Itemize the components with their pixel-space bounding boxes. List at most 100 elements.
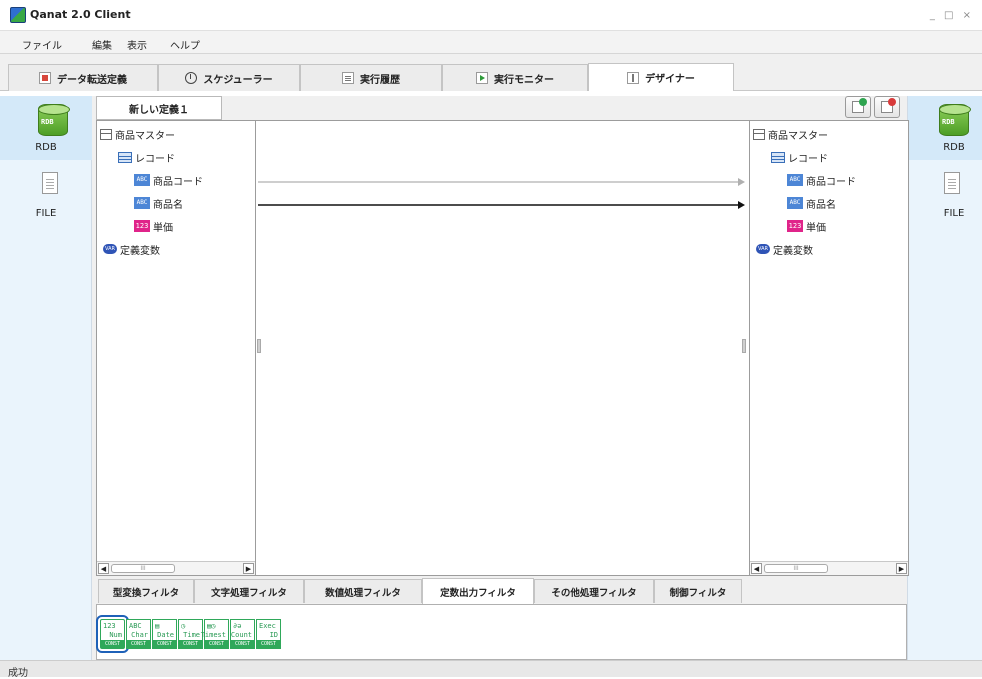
tree-label: レコード bbox=[135, 153, 175, 165]
tree-label: 定義変数 bbox=[773, 245, 813, 257]
scroll-right-arrow[interactable]: ▶ bbox=[243, 563, 254, 574]
status-bar: 成功 bbox=[0, 660, 982, 679]
scroll-left-arrow[interactable]: ◀ bbox=[751, 563, 762, 574]
target-type-panel: RDB RDB FILE bbox=[907, 96, 982, 660]
title-bar: Qanat 2.0 Client _ □ × bbox=[0, 0, 982, 30]
tab-label: スケジューラー bbox=[203, 74, 273, 86]
scroll-thumb[interactable]: III bbox=[111, 564, 175, 573]
string-type-icon: ABC bbox=[787, 174, 803, 186]
tree-field-node[interactable]: 123 単価 bbox=[134, 218, 173, 234]
horizontal-scrollbar[interactable]: ◀ III ▶ bbox=[750, 561, 908, 575]
record-icon bbox=[771, 151, 785, 163]
menu-file[interactable]: ファイル bbox=[22, 37, 62, 52]
horizontal-scrollbar[interactable]: ◀ III ▶ bbox=[97, 561, 255, 575]
string-type-icon: ABC bbox=[134, 197, 150, 209]
table-icon bbox=[753, 128, 765, 140]
source-rdb-label: RDB bbox=[35, 142, 57, 153]
tree-table-node[interactable]: 商品マスター bbox=[753, 126, 828, 142]
tree-label: 商品コード bbox=[806, 176, 856, 188]
designer-icon bbox=[627, 71, 640, 84]
menu-view[interactable]: 表示 bbox=[127, 37, 147, 52]
definition-tab[interactable]: 新しい定義１ bbox=[96, 96, 222, 120]
tab-scheduler[interactable]: スケジューラー bbox=[158, 64, 300, 91]
source-tree: 商品マスター レコード ABC 商品コード ABC 商品名 123 単価 VAR… bbox=[96, 120, 256, 576]
source-rdb-item[interactable]: RDB RDB bbox=[0, 96, 92, 160]
tree-field-node[interactable]: ABC 商品名 bbox=[134, 195, 183, 211]
tab-execution-monitor[interactable]: 実行モニター bbox=[442, 64, 588, 91]
source-file-label: FILE bbox=[35, 208, 57, 219]
clock-icon bbox=[185, 72, 198, 84]
filter-palette: 123 Num CONST ABC Char CONST ▤ Date CONST ◷ Tim… bbox=[96, 604, 907, 660]
tab-numeric-filter[interactable]: 数値処理フィルタ bbox=[304, 579, 422, 603]
tree-label: 商品名 bbox=[806, 199, 836, 211]
tree-label: 商品名 bbox=[153, 199, 183, 211]
scroll-left-arrow[interactable]: ◀ bbox=[98, 563, 109, 574]
monitor-icon bbox=[476, 72, 488, 84]
tab-other-filter[interactable]: その他処理フィルタ bbox=[534, 579, 654, 603]
tree-label: 商品コード bbox=[153, 176, 203, 188]
string-type-icon: ABC bbox=[134, 174, 150, 186]
tree-label: 単価 bbox=[153, 222, 173, 234]
tab-control-filter[interactable]: 制御フィルタ bbox=[654, 579, 742, 603]
tab-string-filter[interactable]: 文字処理フィルタ bbox=[194, 579, 304, 603]
date-const-filter[interactable]: ▤ Date CONST bbox=[152, 619, 177, 649]
tab-label: 実行モニター bbox=[494, 74, 554, 86]
mapping-lines bbox=[258, 178, 745, 209]
tab-label: デザイナー bbox=[645, 74, 695, 85]
tab-type-conversion-filter[interactable]: 型変換フィルタ bbox=[98, 579, 194, 603]
variable-icon: VAR bbox=[756, 244, 770, 254]
mapping-arrowhead bbox=[738, 201, 745, 209]
window-controls[interactable]: _ □ × bbox=[930, 10, 974, 21]
tab-designer[interactable]: デザイナー bbox=[588, 63, 734, 91]
tree-field-node[interactable]: 123 単価 bbox=[787, 218, 826, 234]
tab-execution-history[interactable]: 実行履歴 bbox=[300, 64, 442, 91]
filter-tab-strip: 型変換フィルタ 文字処理フィルタ 数値処理フィルタ 定数出力フィルタ その他処理… bbox=[96, 576, 907, 604]
mapping-canvas[interactable] bbox=[256, 120, 749, 576]
delete-icon bbox=[881, 98, 896, 113]
tree-constants-node[interactable]: VAR 定義変数 bbox=[103, 241, 160, 257]
target-tree: 商品マスター レコード ABC 商品コード ABC 商品名 123 単価 VAR… bbox=[749, 120, 909, 576]
database-icon: RDB bbox=[38, 104, 70, 136]
tree-table-node[interactable]: 商品マスター bbox=[100, 126, 175, 142]
delete-definition-button[interactable] bbox=[874, 96, 900, 118]
tab-data-transfer-definition[interactable]: データ転送定義 bbox=[8, 64, 158, 91]
time-const-filter[interactable]: ◷ Time CONST bbox=[178, 619, 203, 649]
tree-label: 定義変数 bbox=[120, 245, 160, 257]
scroll-thumb[interactable]: III bbox=[764, 564, 828, 573]
mapping-arrowhead bbox=[738, 178, 745, 186]
target-file-label: FILE bbox=[943, 208, 965, 219]
tree-record-node[interactable]: レコード bbox=[118, 149, 175, 165]
window-title: Qanat 2.0 Client bbox=[30, 8, 131, 21]
tree-label: 商品マスター bbox=[115, 130, 175, 142]
app-icon bbox=[10, 7, 26, 23]
transfer-def-icon bbox=[39, 72, 51, 84]
menu-edit[interactable]: 編集 bbox=[92, 37, 112, 52]
mapping-line-1[interactable] bbox=[258, 201, 745, 209]
scroll-right-arrow[interactable]: ▶ bbox=[896, 563, 907, 574]
add-icon bbox=[852, 98, 867, 113]
count-const-filter[interactable]: ∂ə Count CONST bbox=[230, 619, 255, 649]
target-rdb-item[interactable]: RDB RDB bbox=[908, 96, 982, 160]
add-definition-button[interactable] bbox=[845, 96, 871, 118]
tree-label: レコード bbox=[788, 153, 828, 165]
tab-label: データ転送定義 bbox=[57, 74, 127, 86]
database-icon: RDB bbox=[939, 104, 971, 136]
file-icon[interactable] bbox=[42, 172, 58, 194]
num-const-filter[interactable]: 123 Num CONST bbox=[96, 615, 129, 653]
tree-field-node[interactable]: ABC 商品コード bbox=[134, 172, 203, 188]
tree-constants-node[interactable]: VAR 定義変数 bbox=[756, 241, 813, 257]
tab-constant-output-filter[interactable]: 定数出力フィルタ bbox=[422, 578, 534, 604]
main-tab-strip: データ転送定義 スケジューラー 実行履歴 実行モニター デザイナー bbox=[0, 54, 982, 91]
table-icon bbox=[100, 128, 112, 140]
tree-field-node[interactable]: ABC 商品名 bbox=[787, 195, 836, 211]
menu-help[interactable]: ヘルプ bbox=[170, 37, 200, 52]
tree-field-node[interactable]: ABC 商品コード bbox=[787, 172, 856, 188]
timestamp-const-filter[interactable]: ▤◷ Timest CONST bbox=[201, 619, 229, 649]
char-const-filter[interactable]: ABC Char CONST bbox=[126, 619, 151, 649]
tab-label: 実行履歴 bbox=[360, 74, 400, 86]
mapping-line-0[interactable] bbox=[258, 178, 745, 186]
file-icon[interactable] bbox=[944, 172, 960, 194]
target-rdb-label: RDB bbox=[943, 142, 965, 153]
tree-record-node[interactable]: レコード bbox=[771, 149, 828, 165]
exec-id-const-filter[interactable]: Exec ID CONST bbox=[256, 619, 281, 649]
